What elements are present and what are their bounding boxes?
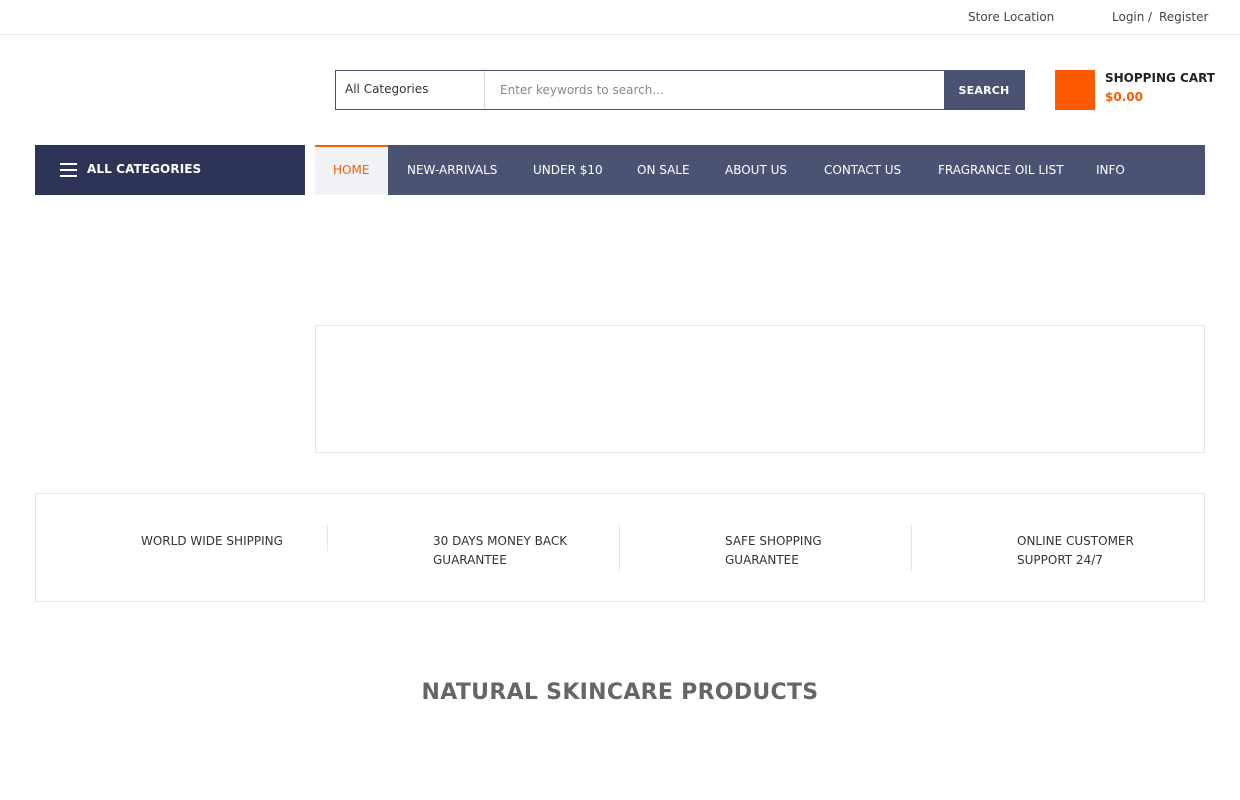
feature-line: GUARANTEE: [433, 553, 507, 567]
search-bar: All Categories SEARCH: [335, 70, 1025, 110]
shopping-cart-label[interactable]: SHOPPING CART: [1105, 71, 1215, 85]
store-location-link[interactable]: Store Location: [968, 9, 1054, 25]
feature-line: SAFE SHOPPING: [725, 534, 822, 548]
nav-item-contact-us[interactable]: CONTACT US: [824, 145, 901, 195]
section-title: NATURAL SKINCARE PRODUCTS: [421, 680, 819, 705]
category-select[interactable]: All Categories: [336, 71, 485, 109]
search-input[interactable]: [485, 71, 944, 109]
feature-safe-shopping: SAFE SHOPPING GUARANTEE: [725, 532, 822, 570]
login-link[interactable]: Login: [1112, 9, 1144, 25]
cart-total: $0.00: [1105, 90, 1143, 104]
feature-line: ONLINE CUSTOMER: [1017, 534, 1134, 548]
feature-money-back: 30 DAYS MONEY BACK GUARANTEE: [433, 532, 567, 570]
banner-area: [315, 325, 1205, 453]
all-categories-label: ALL CATEGORIES: [87, 162, 202, 176]
main-nav: HOME NEW-ARRIVALS UNDER $10 ON SALE ABOU…: [315, 145, 1205, 195]
feature-line: SUPPORT 24/7: [1017, 553, 1103, 567]
nav-item-new-arrivals[interactable]: NEW-ARRIVALS: [407, 145, 497, 195]
features-strip: WORLD WIDE SHIPPING 30 DAYS MONEY BACK G…: [35, 493, 1205, 602]
feature-line: WORLD WIDE SHIPPING: [141, 534, 283, 548]
feature-divider: [619, 524, 620, 572]
register-link[interactable]: Register: [1159, 9, 1208, 25]
search-button[interactable]: SEARCH: [944, 71, 1024, 109]
nav-item-info[interactable]: INFO: [1096, 145, 1125, 195]
nav-item-fragrance-oil-list[interactable]: FRAGRANCE OIL LIST: [938, 145, 1064, 195]
feature-support: ONLINE CUSTOMER SUPPORT 24/7: [1017, 532, 1134, 570]
all-categories-button[interactable]: ALL CATEGORIES: [35, 145, 305, 195]
feature-divider: [327, 524, 328, 551]
nav-item-under-10[interactable]: UNDER $10: [533, 145, 603, 195]
feature-line: 30 DAYS MONEY BACK: [433, 534, 568, 548]
menu-icon: [60, 163, 77, 177]
top-bar: Store Location Login / Register: [0, 0, 1240, 35]
nav-item-home[interactable]: HOME: [315, 145, 388, 195]
nav-item-on-sale[interactable]: ON SALE: [637, 145, 690, 195]
feature-divider: [911, 524, 912, 572]
cart-icon[interactable]: [1055, 70, 1095, 110]
feature-shipping: WORLD WIDE SHIPPING: [141, 532, 283, 551]
login-register-separator: /: [1148, 10, 1153, 24]
feature-line: GUARANTEE: [725, 553, 799, 567]
nav-item-about-us[interactable]: ABOUT US: [725, 145, 787, 195]
